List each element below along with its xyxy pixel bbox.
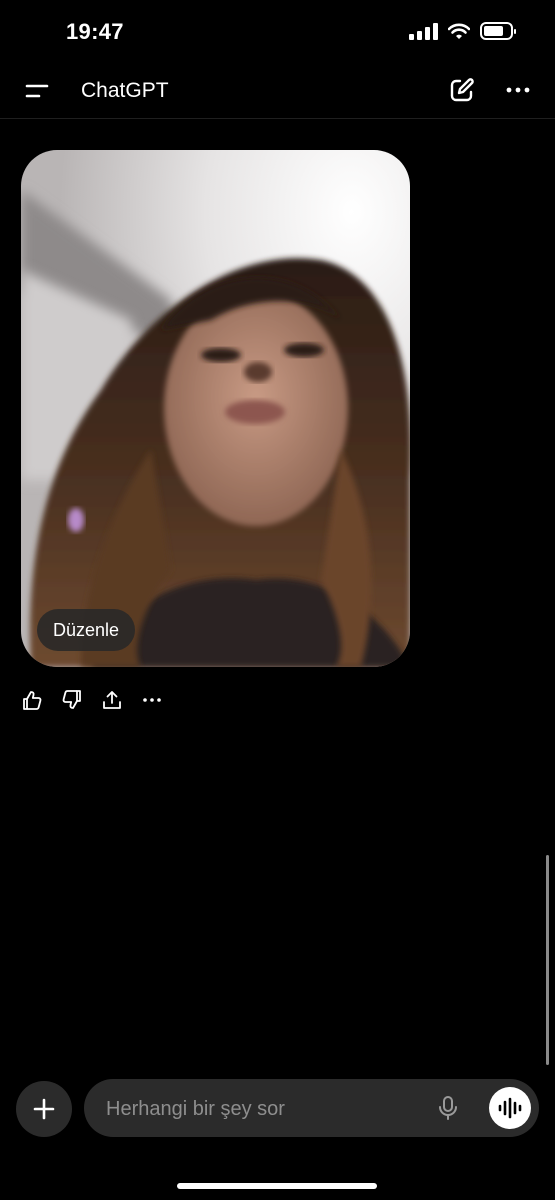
more-icon [143,698,161,702]
new-chat-button[interactable] [447,75,477,105]
image-message[interactable]: Düzenle [21,150,410,667]
message-more-button[interactable] [140,688,164,712]
menu-button[interactable] [22,76,52,106]
photo [21,150,410,667]
menu-icon [25,84,49,98]
new-chat-icon [450,78,474,102]
thumbs-up-icon [23,691,42,710]
app-title: ChatGPT [81,79,169,102]
voice-mode-button[interactable] [489,1087,531,1129]
dictation-button[interactable] [434,1094,462,1122]
status-time: 19:47 [66,19,124,44]
share-icon [103,691,121,709]
microphone-icon [439,1096,457,1120]
more-icon [506,87,530,93]
header: ChatGPT [0,66,555,119]
chat-screen: 19:47 ChatGPT Düzenle Herhangi bir şey s… [0,0,555,1200]
battery-level [484,26,503,36]
dislike-button[interactable] [60,688,84,712]
edit-image-button[interactable]: Düzenle [37,609,136,651]
wifi-icon [448,23,470,39]
composer [84,1079,539,1139]
status-icons [409,22,516,40]
home-indicator[interactable] [177,1183,377,1189]
battery-icon [480,22,516,40]
message-input[interactable] [104,1079,428,1139]
plus-icon [33,1098,55,1120]
attach-button[interactable] [16,1081,72,1137]
thumbs-down-icon [62,690,81,709]
voice-mode-icon [498,1097,522,1119]
scrollbar[interactable] [546,855,549,1065]
share-button[interactable] [100,688,124,712]
message-actions [20,688,164,712]
like-button[interactable] [20,688,44,712]
cellular-signal-icon [409,22,438,40]
status-bar: 19:47 [0,0,555,66]
more-options-button[interactable] [503,75,533,105]
